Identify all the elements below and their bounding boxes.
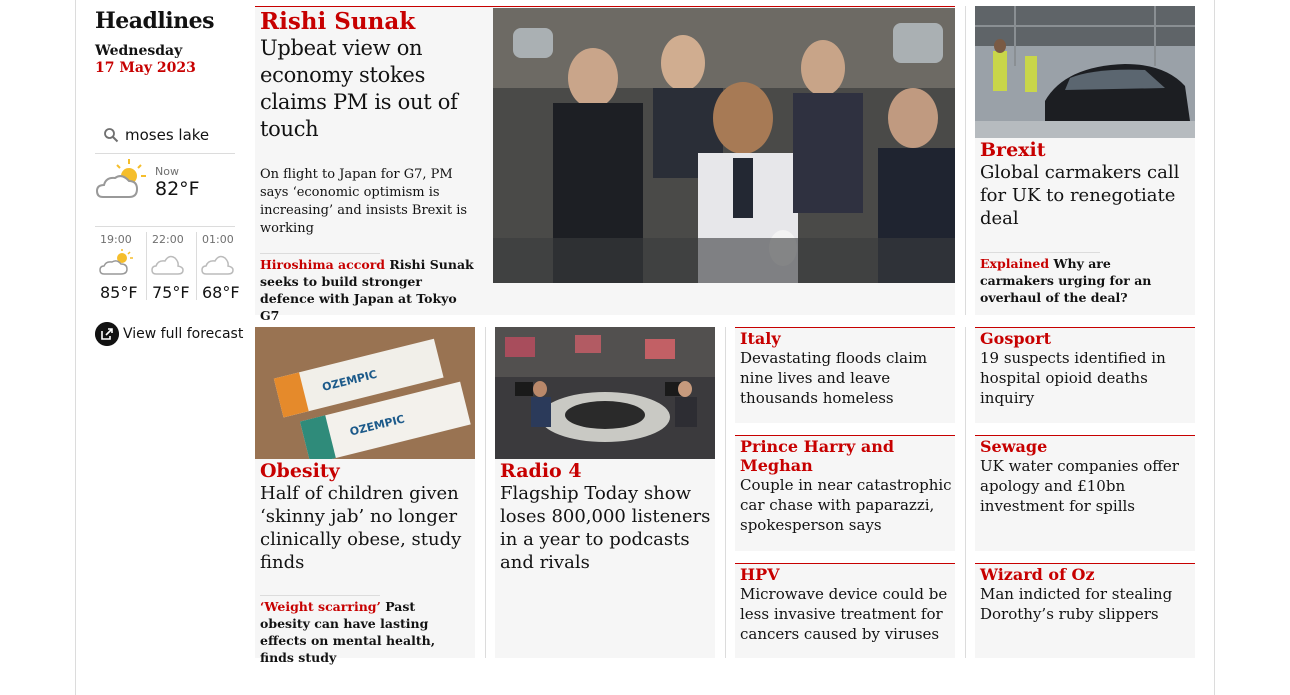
forecast-slot: 19:00 85°F: [96, 228, 144, 302]
weather-location-search[interactable]: moses lake: [95, 120, 235, 154]
weather-location-input[interactable]: moses lake: [125, 126, 209, 144]
radio-story-card[interactable]: Radio 4 Flagship Today show loses 800,00…: [495, 327, 715, 658]
date-weekday: Wednesday: [95, 43, 183, 59]
small-story-kicker: Prince Harry and Meghan: [740, 437, 895, 475]
small-story-kicker: Wizard of Oz: [980, 565, 1095, 584]
partly-cloudy-sun-icon: [95, 159, 146, 198]
brexit-sublink[interactable]: Explained Why are carmakers urging for a…: [980, 255, 1185, 306]
divider: [485, 327, 486, 658]
lead-standfirst: On flight to Japan for G7, PM says ‘econ…: [260, 167, 468, 236]
forecast-time: 22:00: [152, 233, 184, 246]
weather-now: Now 82°F: [95, 155, 235, 227]
divider: [146, 232, 147, 300]
cloudy-moon-icon: [201, 255, 234, 275]
obesity-kicker: Obesity: [260, 460, 340, 482]
brexit-story-image[interactable]: [975, 6, 1195, 138]
small-story-kicker: Sewage: [980, 437, 1048, 456]
forecast-time: 01:00: [202, 233, 234, 246]
sublink-kicker: Explained: [980, 256, 1050, 271]
small-story-card[interactable]: Gosport 19 suspects identified in hospit…: [975, 327, 1195, 423]
page-title: Headlines: [95, 8, 215, 34]
obesity-story-image[interactable]: OZEMPIC OZEMPIC: [255, 327, 475, 459]
view-full-forecast-label[interactable]: View full forecast: [123, 326, 243, 342]
brexit-headline[interactable]: Global carmakers call for UK to renegoti…: [980, 161, 1190, 230]
forecast-temp: 85°F: [100, 283, 138, 302]
brexit-kicker: Brexit: [980, 139, 1046, 161]
forecast-slot: 22:00 75°F: [148, 228, 196, 302]
photo-icon: OZEMPIC OZEMPIC: [255, 327, 475, 459]
radio-headline[interactable]: Flagship Today show loses 800,000 listen…: [500, 482, 712, 574]
small-story-card[interactable]: Wizard of Oz Man indicted for stealing D…: [975, 563, 1195, 658]
small-story-kicker: HPV: [740, 565, 780, 584]
small-story-card[interactable]: HPV Microwave device could be less invas…: [735, 563, 955, 658]
small-story-headline[interactable]: Couple in near catastrophic car chase wi…: [740, 475, 954, 535]
weather-now-temp: 82°F: [155, 178, 200, 200]
sublink-kicker: Hiroshima accord: [260, 257, 386, 272]
photo-icon: [493, 8, 955, 283]
small-story-headline[interactable]: Devastating floods claim nine lives and …: [740, 348, 952, 408]
divider: [260, 253, 380, 254]
radio-kicker: Radio 4: [500, 460, 582, 482]
partly-cloudy-sun-icon: [99, 249, 133, 275]
external-link-icon: [95, 322, 119, 346]
divider: [725, 327, 726, 658]
lead-story-image[interactable]: [493, 8, 955, 283]
sublink-kicker: ‘Weight scarring’: [260, 599, 381, 614]
divider: [260, 595, 380, 596]
small-story-card[interactable]: Prince Harry and Meghan Couple in near c…: [735, 435, 955, 551]
lead-headline[interactable]: Upbeat view on economy stokes claims PM …: [260, 35, 480, 143]
photo-icon: [495, 327, 715, 459]
weather-now-label: Now: [155, 165, 179, 178]
obesity-headline[interactable]: Half of children given ‘skinny jab’ no l…: [260, 482, 470, 574]
forecast-temp: 68°F: [202, 283, 240, 302]
small-story-headline[interactable]: 19 suspects identified in hospital opioi…: [980, 348, 1192, 408]
search-icon: [104, 128, 119, 143]
lead-story-card[interactable]: Rishi Sunak Upbeat view on economy stoke…: [255, 6, 955, 323]
obesity-story-card[interactable]: OZEMPIC OZEMPIC Obesity Half of children…: [255, 327, 475, 665]
cloudy-moon-icon: [151, 255, 184, 275]
divider: [965, 6, 966, 315]
divider: [196, 232, 197, 300]
small-story-headline[interactable]: UK water companies offer apology and £10…: [980, 456, 1192, 516]
small-story-headline[interactable]: Man indicted for stealing Dorothy’s ruby…: [980, 584, 1192, 624]
small-story-card[interactable]: Italy Devastating floods claim nine live…: [735, 327, 955, 423]
brexit-story-card[interactable]: Brexit Global carmakers call for UK to r…: [975, 6, 1195, 315]
date-full: 17 May 2023: [95, 60, 196, 76]
forecast-temp: 75°F: [152, 283, 190, 302]
obesity-sublink[interactable]: ‘Weight scarring’ Past obesity can have …: [260, 598, 465, 666]
forecast-slot: 01:00 68°F: [198, 228, 246, 302]
divider: [980, 252, 1100, 253]
lead-kicker: Rishi Sunak: [260, 8, 416, 35]
photo-icon: [975, 6, 1195, 138]
lead-sublink[interactable]: Hiroshima accord Rishi Sunak seeks to bu…: [260, 256, 475, 324]
small-story-kicker: Gosport: [980, 329, 1052, 348]
small-story-kicker: Italy: [740, 329, 781, 348]
divider: [965, 327, 966, 658]
small-story-headline[interactable]: Microwave device could be less invasive …: [740, 584, 954, 644]
forecast-time: 19:00: [100, 233, 132, 246]
small-story-card[interactable]: Sewage UK water companies offer apology …: [975, 435, 1195, 551]
radio-story-image[interactable]: [495, 327, 715, 459]
